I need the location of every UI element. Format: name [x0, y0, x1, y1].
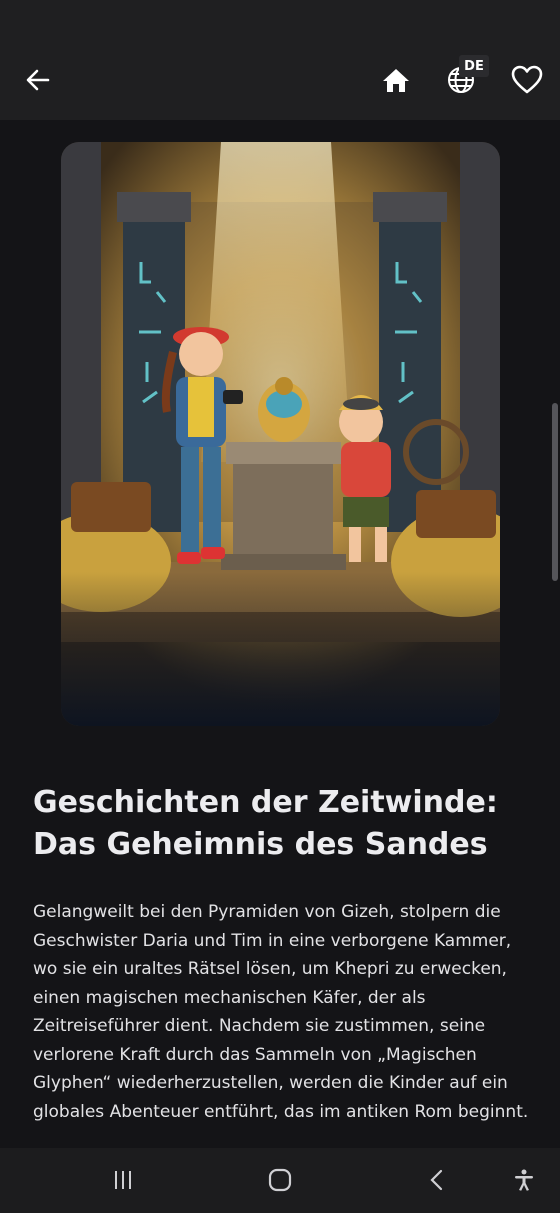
accessibility-button[interactable]: [502, 1160, 546, 1200]
scrollbar[interactable]: [552, 403, 558, 581]
cover-illustration: [61, 142, 500, 726]
book-description: Gelangweilt bei den Pyramiden von Gizeh,…: [33, 902, 529, 1122]
recents-icon: [115, 1171, 131, 1189]
book-title: Geschichten der Zeitwinde: Das Geheimnis…: [33, 785, 498, 862]
system-navigation-bar: [0, 1148, 560, 1213]
home-circle-icon: [268, 1168, 292, 1192]
language-badge: DE: [459, 55, 489, 77]
back-chevron-icon: [430, 1169, 443, 1191]
status-bar: [0, 0, 560, 40]
recents-button[interactable]: [101, 1160, 145, 1200]
back-button[interactable]: [18, 60, 58, 100]
system-home-button[interactable]: [258, 1160, 302, 1200]
app-bar: [0, 40, 560, 120]
book-detail: Geschichten der Zeitwinde: Das Geheimnis…: [0, 120, 560, 1148]
home-icon: [383, 69, 409, 92]
book-cover-image[interactable]: [61, 142, 500, 726]
accessibility-icon: [515, 1169, 533, 1191]
heart-outline-icon: [511, 65, 543, 94]
favorite-button[interactable]: [507, 60, 547, 100]
arrow-left-icon: [26, 69, 50, 91]
system-back-button[interactable]: [415, 1160, 459, 1200]
home-button[interactable]: [376, 60, 416, 100]
